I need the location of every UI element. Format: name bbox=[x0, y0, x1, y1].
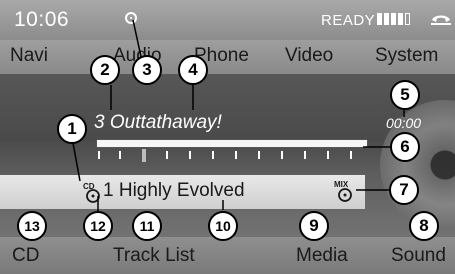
callout-1: 1 bbox=[57, 114, 87, 144]
audio-cd-screen: 10:06 READY Navi Audio Phone Video Syste… bbox=[0, 0, 455, 274]
track-position-scale bbox=[98, 149, 352, 162]
playback-time: 00:00 bbox=[386, 115, 422, 131]
callout-4: 4 bbox=[178, 55, 208, 85]
callout-10: 10 bbox=[208, 211, 238, 241]
menu-system[interactable]: System bbox=[375, 45, 438, 67]
menu-video[interactable]: Video bbox=[285, 45, 333, 67]
menu-track-list[interactable]: Track List bbox=[113, 245, 195, 267]
svg-text:MIX: MIX bbox=[334, 180, 349, 189]
callout-5: 5 bbox=[390, 80, 420, 110]
callout-12: 12 bbox=[83, 211, 113, 241]
track-title: 3 Outtathaway! bbox=[94, 112, 222, 133]
menu-cd[interactable]: CD bbox=[12, 245, 39, 267]
callout-6: 6 bbox=[390, 132, 420, 162]
status-text: READY bbox=[321, 12, 376, 29]
callout-3: 3 bbox=[132, 55, 162, 85]
callout-8: 8 bbox=[409, 211, 439, 241]
mix-icon: MIX bbox=[334, 180, 352, 202]
menu-media[interactable]: Media bbox=[296, 245, 348, 267]
menu-navi[interactable]: Navi bbox=[10, 45, 48, 67]
signal-strength-icon bbox=[377, 13, 410, 25]
progress-bar bbox=[96, 139, 368, 148]
callout-9: 9 bbox=[299, 211, 329, 241]
cd-icon: CD bbox=[83, 182, 100, 203]
bottom-menu-bar bbox=[0, 237, 455, 274]
album-title: 1 Highly Evolved bbox=[103, 180, 245, 201]
clock: 10:06 bbox=[14, 8, 70, 31]
callout-2: 2 bbox=[90, 55, 120, 85]
phone-icon bbox=[431, 15, 451, 25]
callout-13: 13 bbox=[17, 211, 47, 241]
callout-11: 11 bbox=[132, 211, 162, 241]
menu-sound[interactable]: Sound bbox=[391, 245, 446, 267]
callout-7: 7 bbox=[389, 175, 419, 205]
cd-status-icon bbox=[125, 12, 137, 24]
